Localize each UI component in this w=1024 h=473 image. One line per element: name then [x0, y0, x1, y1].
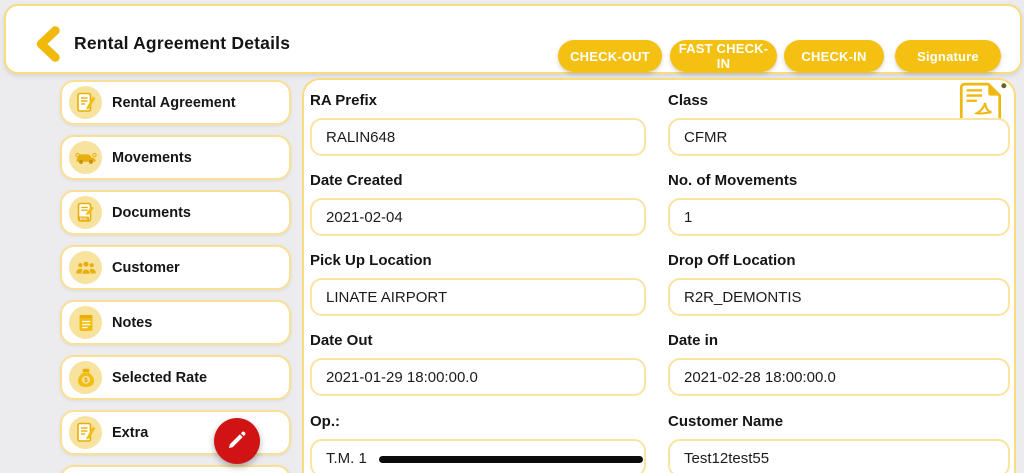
people-icon [69, 251, 102, 284]
document-edit-icon [69, 416, 102, 449]
details-panel: PDF RA Prefix Class Date Created No. of … [302, 78, 1016, 473]
document-edit-icon [69, 86, 102, 119]
field-label: RA Prefix [310, 92, 377, 109]
svg-text:DOC: DOC [79, 217, 87, 221]
money-bag-icon: $ [69, 361, 102, 394]
field-label: Drop Off Location [668, 252, 796, 269]
date-in-input[interactable] [668, 358, 1010, 396]
check-out-button[interactable]: CHECK-OUT [558, 40, 662, 72]
sidebar-item-notes[interactable]: Notes [60, 300, 291, 345]
customer-name-input[interactable] [668, 439, 1010, 473]
field-date-created: Date Created [310, 172, 646, 236]
sidebar-item-rental-agreement[interactable]: Rental Agreement [60, 80, 291, 125]
field-date-in: Date in [668, 332, 1010, 396]
sidebar-item-movements[interactable]: Movements [60, 135, 291, 180]
system-gesture-bar[interactable] [379, 456, 643, 463]
field-label: Op.: [310, 413, 340, 430]
car-icon [69, 141, 102, 174]
field-drop-off-location: Drop Off Location [668, 252, 1010, 316]
sidebar-item-label: Movements [112, 149, 192, 166]
field-class: Class [668, 92, 1010, 156]
field-operator: Op.: [310, 413, 646, 473]
notepad-icon [69, 306, 102, 339]
field-label: Customer Name [668, 413, 784, 430]
chevron-left-icon [30, 26, 68, 67]
field-label: Date in [668, 332, 719, 349]
field-label: Date Out [310, 332, 373, 349]
field-no-of-movements: No. of Movements [668, 172, 1010, 236]
field-customer-name: Customer Name [668, 413, 1010, 473]
date-created-input[interactable] [310, 198, 646, 236]
signature-button[interactable]: Signature [895, 40, 1001, 72]
field-label: Date Created [310, 172, 403, 189]
back-button[interactable] [30, 24, 68, 64]
class-input[interactable] [668, 118, 1010, 156]
edit-fab-button[interactable] [214, 418, 260, 464]
pick-up-location-input[interactable] [310, 278, 646, 316]
date-out-input[interactable] [310, 358, 646, 396]
sidebar-item-selected-rate[interactable]: $ Selected Rate [60, 355, 291, 400]
field-label: Pick Up Location [310, 252, 432, 269]
field-pick-up-location: Pick Up Location [310, 252, 646, 316]
sidebar-item-label: Selected Rate [112, 369, 208, 386]
sidebar-item-label: Documents [112, 204, 191, 221]
check-in-button[interactable]: CHECK-IN [784, 40, 884, 72]
sidebar-item-documents[interactable]: DOC Documents [60, 190, 291, 235]
app-screen: Rental Agreement Details CHECK-OUT FAST … [0, 0, 1024, 473]
sidebar-item-customer[interactable]: Customer [60, 245, 291, 290]
sidebar-item-label: Rental Agreement [112, 94, 236, 111]
sidebar-item-label: Notes [112, 314, 153, 331]
field-label: Class [668, 92, 709, 109]
page-title: Rental Agreement Details [74, 33, 291, 53]
no-of-movements-input[interactable] [668, 198, 1010, 236]
sidebar-item-partial[interactable] [60, 465, 291, 473]
field-ra-prefix: RA Prefix [310, 92, 646, 156]
drop-off-location-input[interactable] [668, 278, 1010, 316]
sidebar-item-label: Extra [112, 424, 149, 441]
field-date-out: Date Out [310, 332, 646, 396]
sidebar-item-label: Customer [112, 259, 180, 276]
fast-check-in-button[interactable]: FAST CHECK-IN [670, 40, 777, 72]
doc-file-icon: DOC [69, 196, 102, 229]
field-label: No. of Movements [668, 172, 798, 189]
header-bar: Rental Agreement Details CHECK-OUT FAST … [4, 4, 1022, 74]
pencil-icon [225, 428, 249, 455]
ra-prefix-input[interactable] [310, 118, 646, 156]
svg-text:$: $ [84, 377, 88, 384]
